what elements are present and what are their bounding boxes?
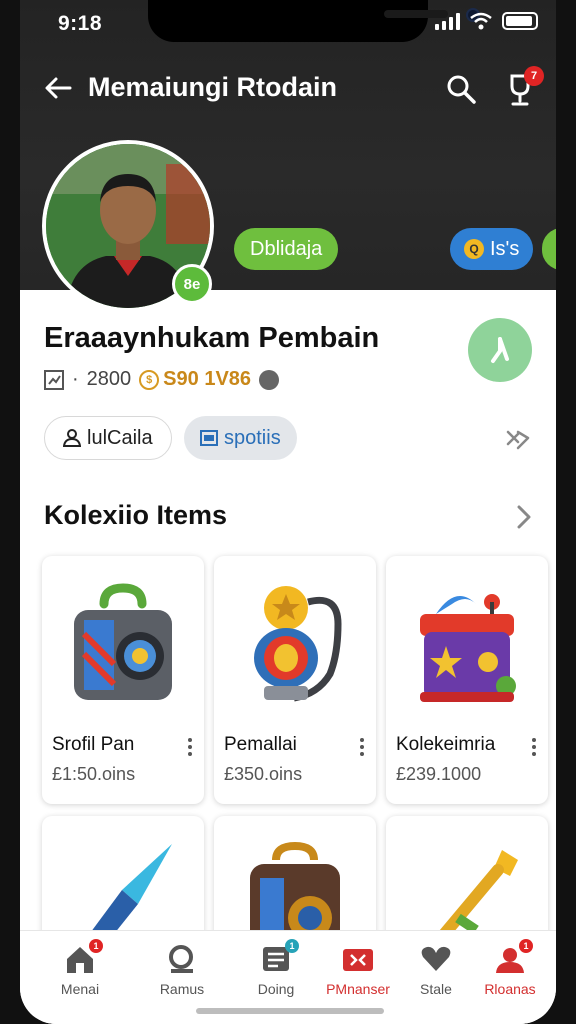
phone-frame: 9:18 Memaiungi Rtodain 7 8e Dblidaja Q I…	[0, 0, 576, 1024]
share-icon[interactable]	[504, 422, 536, 454]
info-icon[interactable]	[259, 369, 280, 390]
nav-badge: 1	[89, 939, 103, 953]
item-card[interactable]: Kolekeimria £239.1000	[386, 556, 548, 804]
more-options-icon[interactable]	[358, 738, 366, 758]
item-name: Kolekeimria	[396, 734, 496, 755]
top-app-bar: Memaiungi Rtodain 7	[20, 66, 556, 110]
page-title: Memaiungi Rtodain	[88, 72, 337, 102]
trophy-lamp-icon	[254, 586, 342, 702]
nav-badge: 1	[285, 939, 299, 953]
nav-badge: 1	[519, 939, 533, 953]
nav-item-people[interactable]: 1 Rloanas	[470, 939, 550, 997]
card-icon	[200, 430, 218, 446]
profile-stats: · 2800 $ S90 1V86	[44, 368, 280, 391]
camera-notch	[148, 0, 480, 42]
nav-label: Menai	[60, 981, 100, 997]
wifi-icon	[470, 12, 492, 30]
nav-item-media[interactable]: PMnanser	[318, 943, 398, 997]
search-icon	[169, 945, 193, 973]
nav-item-stale[interactable]: Stale	[396, 943, 476, 997]
battery-icon	[502, 12, 538, 30]
coins-pill[interactable]: Q Is's	[450, 228, 534, 270]
status-time: 9:18	[58, 12, 103, 35]
item-name: Srofil Pan	[52, 734, 135, 755]
status-pill[interactable]: Dblidaja	[234, 228, 339, 270]
sport-chip-label: spotiis	[224, 426, 281, 449]
item-price: £239.1000	[396, 764, 482, 784]
item-price: £1:50.oins	[52, 764, 136, 784]
section-title: Kolexiio Items	[44, 500, 228, 530]
coins-pill-label: Is's	[490, 237, 520, 260]
follow-chip[interactable]: lulCaila	[44, 416, 172, 460]
toy-box-icon	[420, 594, 516, 702]
chart-icon	[44, 369, 64, 390]
home-indicator[interactable]	[196, 1008, 384, 1014]
gold-stat: $ S90 1V86	[139, 368, 251, 391]
notification-badge: 7	[524, 66, 544, 86]
app-screen: 9:18 Memaiungi Rtodain 7 8e Dblidaja Q I…	[20, 0, 556, 1024]
nav-item-search[interactable]: Ramus	[142, 943, 222, 997]
more-options-icon[interactable]	[530, 738, 538, 758]
nav-label: PMnanser	[326, 981, 390, 997]
follow-chip-label: lulCaila	[87, 426, 153, 449]
nav-item-doing[interactable]: 1 Doing	[236, 939, 316, 997]
level-badge: 8e	[172, 264, 212, 304]
heart-icon	[421, 946, 451, 971]
back-arrow-icon[interactable]	[42, 72, 74, 104]
safe-box-icon	[74, 583, 172, 700]
profile-name: Eraaaynhukam Pembain	[44, 322, 380, 354]
media-icon	[343, 949, 373, 971]
stat-count: 2800	[86, 368, 132, 390]
search-icon[interactable]	[444, 72, 478, 106]
nav-label: Stale	[420, 981, 452, 997]
nav-label: Ramus	[159, 981, 205, 997]
signal-icon	[435, 12, 460, 30]
nav-label: Doing	[257, 981, 295, 997]
nav-item-home[interactable]: 1 Menai	[40, 939, 120, 997]
gold-value: S90 1V86	[163, 368, 252, 390]
item-card[interactable]: Srofil Pan £1:50.oins	[42, 556, 204, 804]
more-options-icon[interactable]	[186, 738, 194, 758]
item-card[interactable]: Pemallai £350.oins	[214, 556, 376, 804]
status-icons	[435, 12, 538, 30]
user-icon	[63, 429, 81, 447]
chevron-right-icon[interactable]	[510, 502, 538, 532]
coin-icon: Q	[464, 239, 484, 259]
item-price: £350.oins	[224, 764, 303, 784]
gold-coin-icon: $	[139, 369, 160, 390]
item-name: Pemallai	[224, 734, 297, 755]
nav-label: Rloanas	[484, 981, 536, 997]
clock-icon	[491, 337, 509, 363]
sport-chip[interactable]: spotiis	[184, 416, 297, 460]
timer-button[interactable]	[468, 318, 532, 382]
notifications-button[interactable]: 7	[504, 66, 544, 108]
